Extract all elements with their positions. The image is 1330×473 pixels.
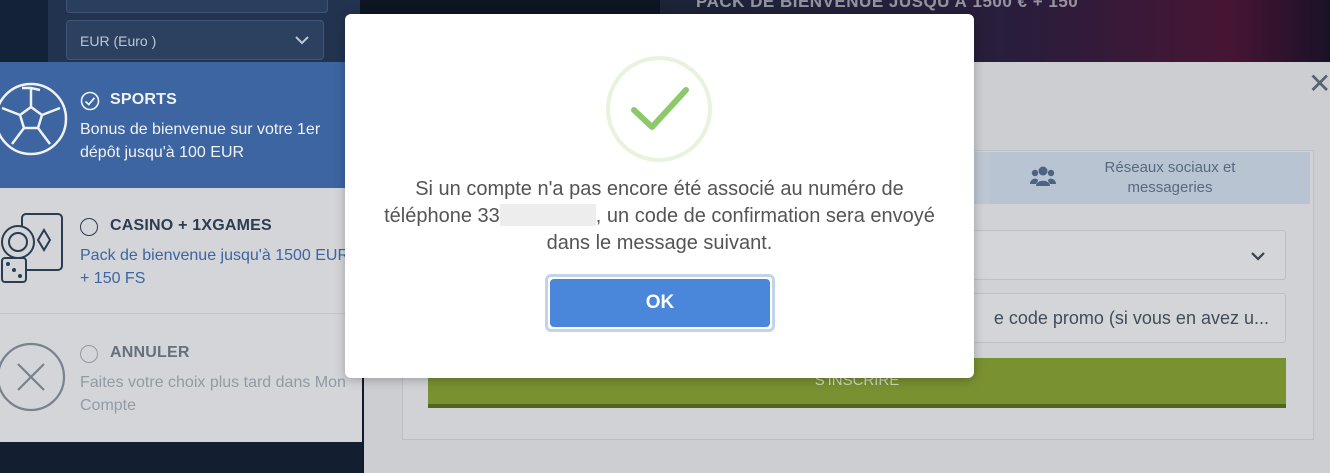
- success-check-icon: [631, 87, 689, 130]
- dialog-message-part2: , un code de confirmation sera envoyé da…: [546, 205, 935, 254]
- success-ring: [606, 56, 712, 162]
- confirmation-dialog: Si un compte n'a pas encore été associé …: [345, 14, 974, 378]
- redacted-phone-number: [499, 204, 596, 226]
- ok-button-focus-ring: OK: [545, 274, 775, 332]
- ok-button[interactable]: OK: [550, 279, 770, 327]
- dialog-message: Si un compte n'a pas encore été associé …: [375, 176, 944, 257]
